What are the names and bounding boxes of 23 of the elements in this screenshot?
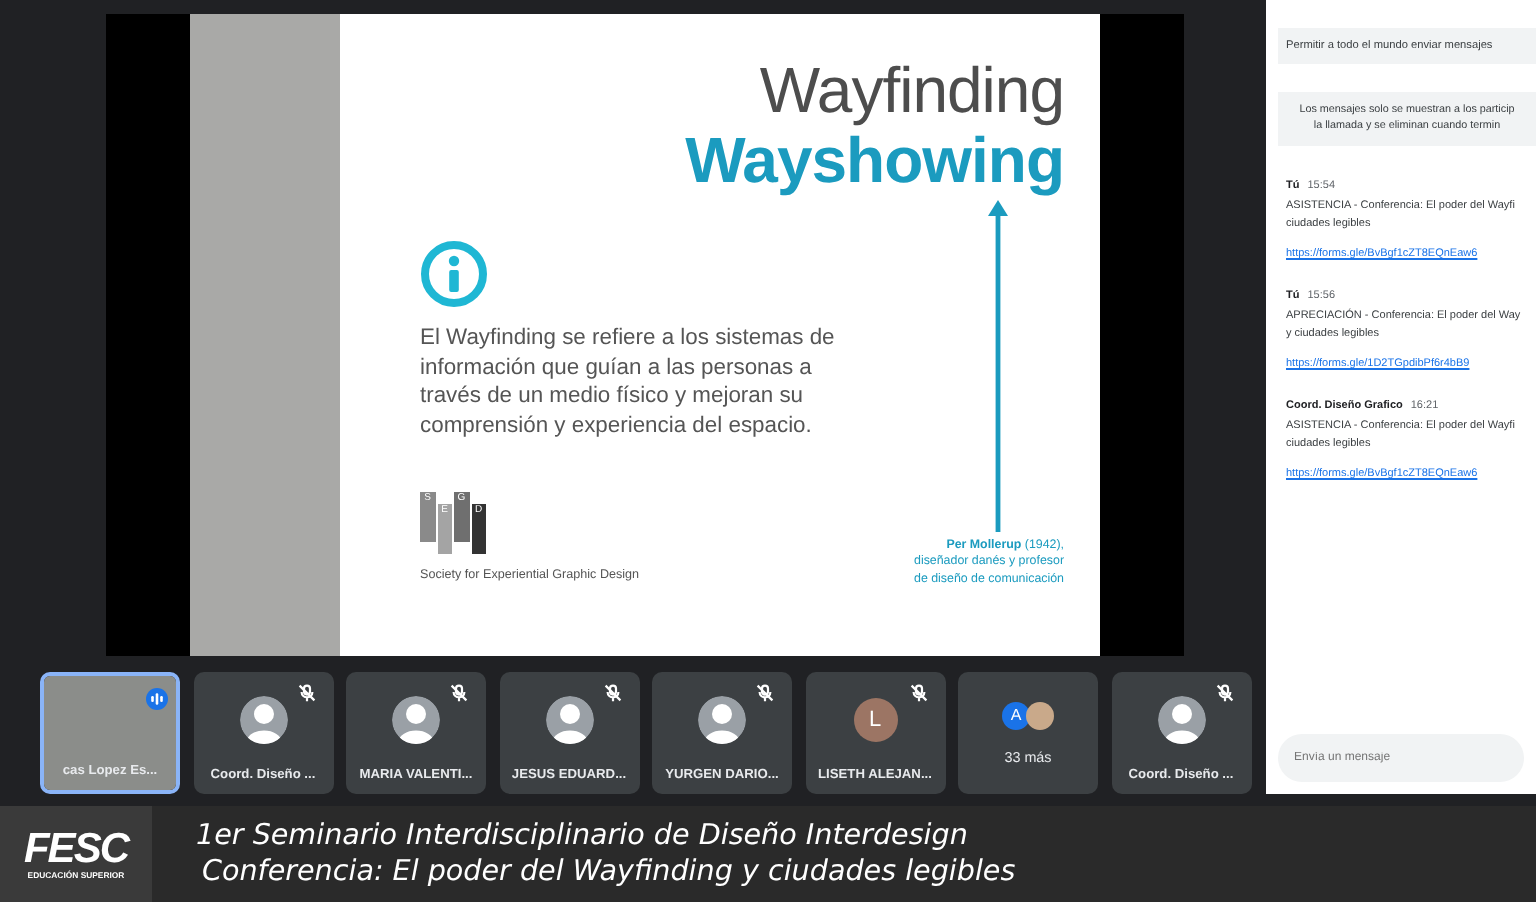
slide-paragraph: El Wayfinding se refiere a los sistemas de información que guían a las personas a través de un medio físico y mejoran su comprensión y experiencia del espacio. — [420, 324, 837, 440]
avatar-initial: L — [853, 698, 897, 742]
mic-off-icon — [450, 684, 468, 702]
mic-off-icon — [603, 684, 621, 702]
slide-subtitle: Wayshowing — [685, 128, 1064, 192]
speaking-icon — [146, 688, 168, 710]
avatar-icon — [545, 696, 593, 744]
mic-off-icon — [909, 684, 927, 702]
banner-title: 1er Seminario Interdisciplinario de Diseño Interdesign — [196, 818, 970, 854]
slide-title: Wayfinding — [759, 58, 1064, 122]
avatar-icon — [1157, 696, 1205, 744]
avatar-icon — [239, 696, 287, 744]
mic-off-icon — [756, 684, 774, 702]
avatar-icon — [392, 696, 440, 744]
info-icon — [420, 240, 488, 308]
logo-text: FESC — [23, 828, 128, 870]
video-placeholder — [44, 676, 176, 790]
mic-off-icon — [1215, 684, 1233, 702]
avatar-icon — [698, 696, 746, 744]
avatar-initial: A — [1002, 702, 1030, 730]
banner-title: Conferencia: El poder del Wayfinding y ciudades legibles — [202, 854, 1016, 890]
avatar-icon — [1026, 702, 1054, 730]
mic-off-icon — [297, 684, 315, 702]
